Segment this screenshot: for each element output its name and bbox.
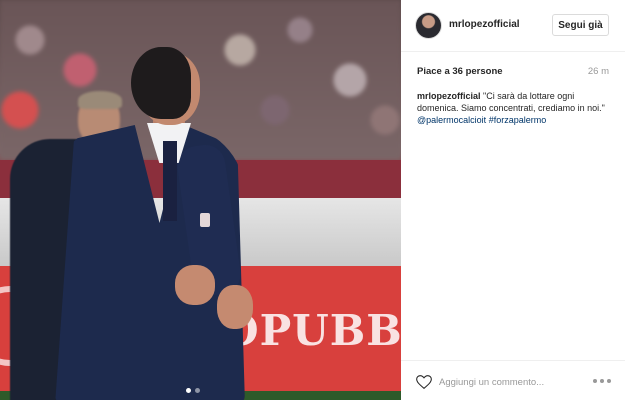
likes-count[interactable]: Piace a 36 persone [417,66,503,77]
heart-icon[interactable] [416,375,432,389]
carousel-indicator [186,388,200,393]
more-options-icon[interactable] [593,379,611,384]
comment-input[interactable] [439,373,579,391]
post-photo[interactable]: OPUBBLI [0,0,401,400]
avatar[interactable] [415,12,442,39]
following-button[interactable]: Segui già [552,14,609,36]
caption-username[interactable]: mrlopezofficial [417,91,481,101]
coach-figure [55,45,265,400]
caption-mention[interactable]: @palermocalcioit [417,115,486,125]
club-badge [200,213,210,227]
post-header: mrlopezofficial Segui già [401,0,625,52]
post-caption: mrlopezofficial "Ci sarà da lottare ogni… [417,90,613,126]
comment-bar [401,360,625,400]
post-side-panel: mrlopezofficial Segui già Piace a 36 per… [401,0,625,400]
carousel-dot[interactable] [186,388,191,393]
caption-hashtag[interactable]: #forzapalermo [489,115,547,125]
carousel-dot[interactable] [195,388,200,393]
username-link[interactable]: mrlopezofficial [449,19,520,30]
post-timestamp[interactable]: 26 m [588,66,609,77]
